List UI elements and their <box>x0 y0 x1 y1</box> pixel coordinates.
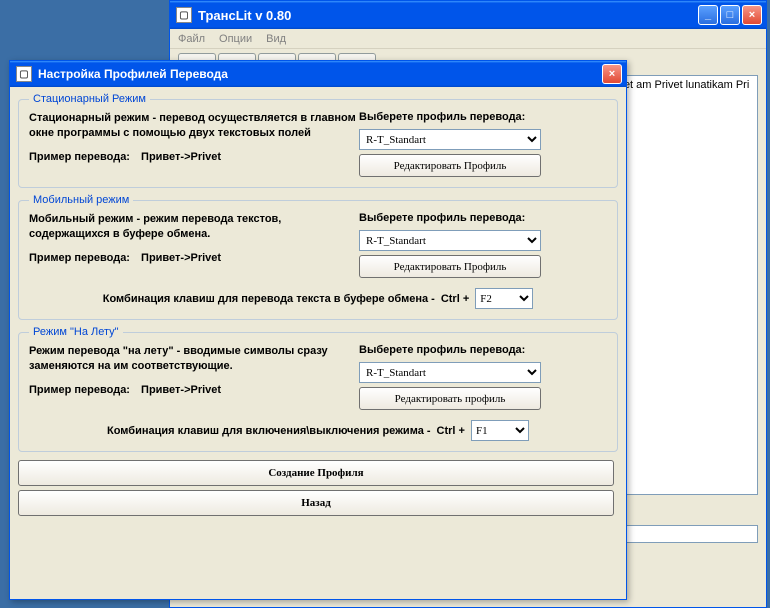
mobile-select-label: Выберете профиль перевода: <box>359 212 607 224</box>
mobile-legend: Мобильный режим <box>29 194 133 206</box>
stationary-profile-select[interactable]: R-T_Standart <box>359 129 541 150</box>
onfly-legend: Режим "На Лету" <box>29 326 123 338</box>
stationary-example-label: Пример перевода: <box>29 151 130 163</box>
create-profile-button[interactable]: Создание Профиля <box>18 460 614 486</box>
mobile-desc: Мобильный режим - режим перевода текстов… <box>29 212 359 242</box>
onfly-example-label: Пример перевода: <box>29 384 130 396</box>
minimize-button[interactable]: _ <box>698 5 718 25</box>
menu-file[interactable]: Файл <box>178 33 205 45</box>
dialog-titlebar: ▢ Настройка Профилей Перевода × <box>10 61 626 87</box>
main-title: ТрансLit v 0.80 <box>198 8 291 23</box>
stationary-group: Стационарный Режим Стационарный режим - … <box>18 93 618 188</box>
menu-options[interactable]: Опции <box>219 33 252 45</box>
onfly-profile-select[interactable]: R-T_Standart <box>359 362 541 383</box>
mobile-hotkey-label: Комбинация клавиш для перевода текста в … <box>103 293 435 305</box>
onfly-group: Режим "На Лету" Режим перевода "на лету"… <box>18 326 618 452</box>
onfly-edit-button[interactable]: Редактировать профиль <box>359 387 541 410</box>
onfly-select-label: Выберете профиль перевода: <box>359 344 607 356</box>
stationary-edit-button[interactable]: Редактировать Профиль <box>359 154 541 177</box>
dialog-title: Настройка Профилей Перевода <box>38 67 228 81</box>
onfly-hotkey-label: Комбинация клавиш для включения\выключен… <box>107 425 431 437</box>
dialog-close-button[interactable]: × <box>602 64 622 84</box>
maximize-button[interactable]: □ <box>720 5 740 25</box>
back-button[interactable]: Назад <box>18 490 614 516</box>
onfly-hotkey-select[interactable]: F1 <box>471 420 529 441</box>
mobile-profile-select[interactable]: R-T_Standart <box>359 230 541 251</box>
mobile-edit-button[interactable]: Редактировать Профиль <box>359 255 541 278</box>
main-titlebar: ▢ ТрансLit v 0.80 _ □ × <box>170 1 766 29</box>
stationary-example-value: Привет->Privet <box>141 151 221 163</box>
onfly-example-value: Привет->Privet <box>141 384 221 396</box>
stationary-desc: Стационарный режим - перевод осуществляе… <box>29 111 359 141</box>
stationary-legend: Стационарный Режим <box>29 93 150 105</box>
onfly-ctrl-label: Ctrl + <box>437 425 465 437</box>
menubar: Файл Опции Вид <box>170 29 766 49</box>
mobile-hotkey-select[interactable]: F2 <box>475 288 533 309</box>
dialog-icon: ▢ <box>16 66 32 82</box>
mobile-ctrl-label: Ctrl + <box>441 293 469 305</box>
onfly-desc: Режим перевода "на лету" - вводимые симв… <box>29 344 359 374</box>
app-icon: ▢ <box>176 7 192 23</box>
mobile-example-label: Пример перевода: <box>29 252 130 264</box>
close-button[interactable]: × <box>742 5 762 25</box>
stationary-select-label: Выберете профиль перевода: <box>359 111 607 123</box>
mobile-example-value: Привет->Privet <box>141 252 221 264</box>
menu-view[interactable]: Вид <box>266 33 286 45</box>
mobile-group: Мобильный режим Мобильный режим - режим … <box>18 194 618 320</box>
profiles-dialog: ▢ Настройка Профилей Перевода × Стациона… <box>9 60 627 600</box>
